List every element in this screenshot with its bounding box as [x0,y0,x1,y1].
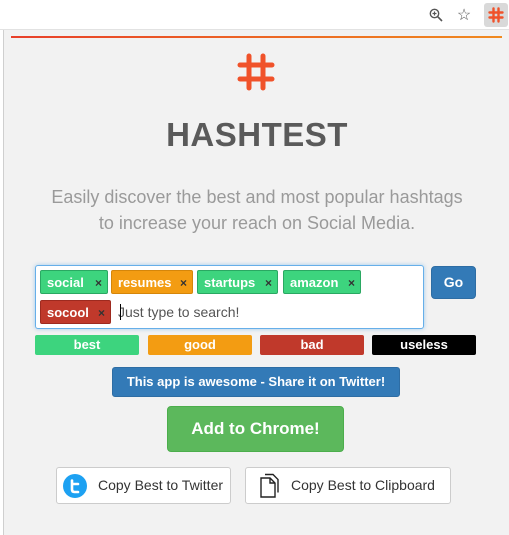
copy-best-to-twitter-button[interactable]: Copy Best to Twitter [56,467,231,504]
hashtag-logo-icon [234,50,278,94]
remove-tag-icon[interactable]: × [265,271,272,295]
copy-best-to-clipboard-button[interactable]: Copy Best to Clipboard [245,467,451,504]
accent-line [11,36,502,38]
hashtag-input-box[interactable]: social × resumes × startups × amazon × s… [35,265,424,329]
tagline-line-1: Easily discover the best and most popula… [51,187,463,207]
legend-bad: bad [260,335,364,355]
tag-amazon[interactable]: amazon × [283,270,361,294]
tagline-line-2: to increase your reach on Social Media. [98,213,416,233]
browser-toolbar: ☆ [0,0,509,30]
copy-clipboard-label: Copy Best to Clipboard [291,477,435,493]
tag-socool[interactable]: socool × [40,300,111,324]
legend-best: best [35,335,139,355]
zoom-icon[interactable] [426,5,446,25]
hashtest-extension-icon[interactable] [484,3,508,27]
remove-tag-icon[interactable]: × [98,301,105,325]
legend-good: good [148,335,252,355]
tag-startups[interactable]: startups × [197,270,278,294]
add-to-chrome-button[interactable]: Add to Chrome! [167,406,344,452]
clipboard-copy-icon [258,473,280,499]
tag-label: social [47,275,84,290]
remove-tag-icon[interactable]: × [180,271,187,295]
search-input[interactable] [118,301,408,323]
app-title: HASHTEST [166,116,348,153]
go-button[interactable]: Go [431,266,476,299]
legend-useless: useless [372,335,476,355]
copy-twitter-label: Copy Best to Twitter [98,477,224,493]
tag-social[interactable]: social × [40,270,108,294]
remove-tag-icon[interactable]: × [348,271,355,295]
twitter-icon [63,474,87,498]
star-icon[interactable]: ☆ [454,5,474,25]
tag-label: amazon [290,275,339,290]
tagline: Easily discover the best and most popula… [24,184,490,236]
share-on-twitter-button[interactable]: This app is awesome - Share it on Twitte… [112,367,400,397]
remove-tag-icon[interactable]: × [95,271,102,295]
tag-label: socool [47,305,89,320]
tag-label: startups [204,275,256,290]
text-caret [120,304,121,320]
tag-resumes[interactable]: resumes × [111,270,193,294]
tag-label: resumes [118,275,172,290]
extension-popup: HASHTEST Easily discover the best and mo… [3,30,509,535]
